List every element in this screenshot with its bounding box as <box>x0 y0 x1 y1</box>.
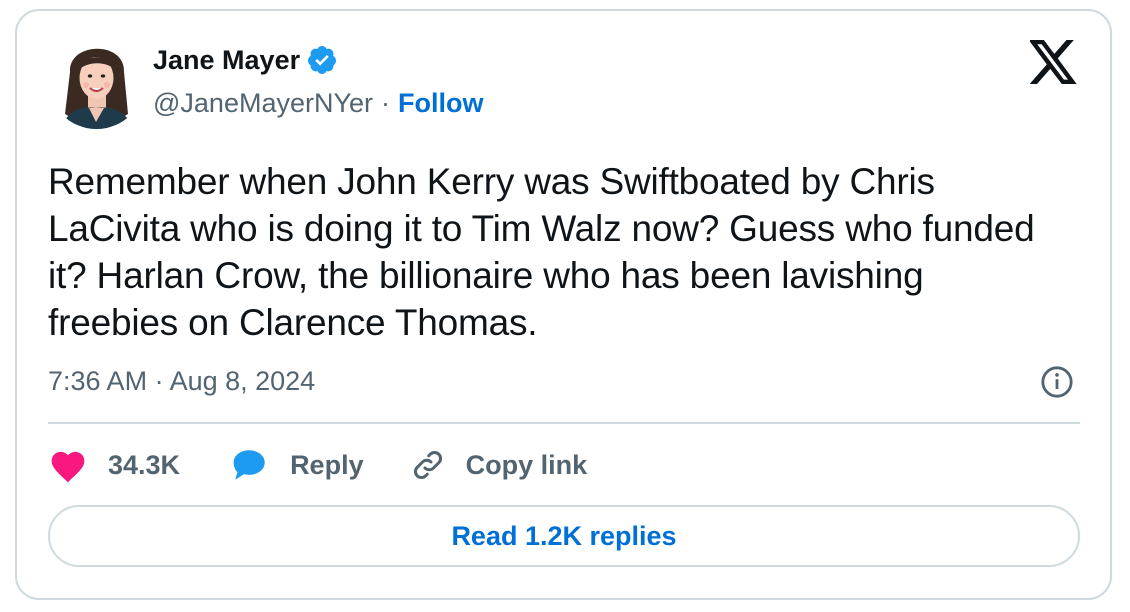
reply-button[interactable]: Reply <box>230 447 364 483</box>
avatar[interactable] <box>48 32 145 129</box>
follow-button[interactable]: Follow <box>398 88 483 119</box>
copy-link-label: Copy link <box>465 449 588 480</box>
link-icon <box>413 451 442 479</box>
like-count: 34.3K <box>108 449 181 480</box>
handle-row: @JaneMayerNYer · Follow <box>153 88 484 119</box>
speech-bubble-icon <box>233 450 265 480</box>
like-button[interactable]: 34.3K <box>48 447 180 483</box>
author-handle[interactable]: @JaneMayerNYer <box>153 88 373 119</box>
action-bar: 34.3K Reply Copy link <box>48 446 587 484</box>
tweet-timestamp[interactable]: 7:36 AM · Aug 8, 2024 <box>48 366 315 397</box>
x-logo-icon[interactable] <box>1030 40 1078 84</box>
tweet-text: Remember when John Kerry was Swiftboated… <box>48 161 1035 343</box>
heart-icon <box>51 451 85 483</box>
divider <box>48 422 1080 424</box>
copy-link-button[interactable]: Copy link <box>410 447 588 483</box>
read-replies-button[interactable]: Read 1.2K replies <box>48 505 1080 567</box>
separator-dot: · <box>381 88 391 118</box>
reply-label: Reply <box>290 449 364 480</box>
author-row: Jane Mayer <box>153 44 338 76</box>
info-icon[interactable] <box>1040 365 1074 399</box>
author-name[interactable]: Jane Mayer <box>153 45 300 76</box>
verified-badge-icon <box>308 46 337 74</box>
